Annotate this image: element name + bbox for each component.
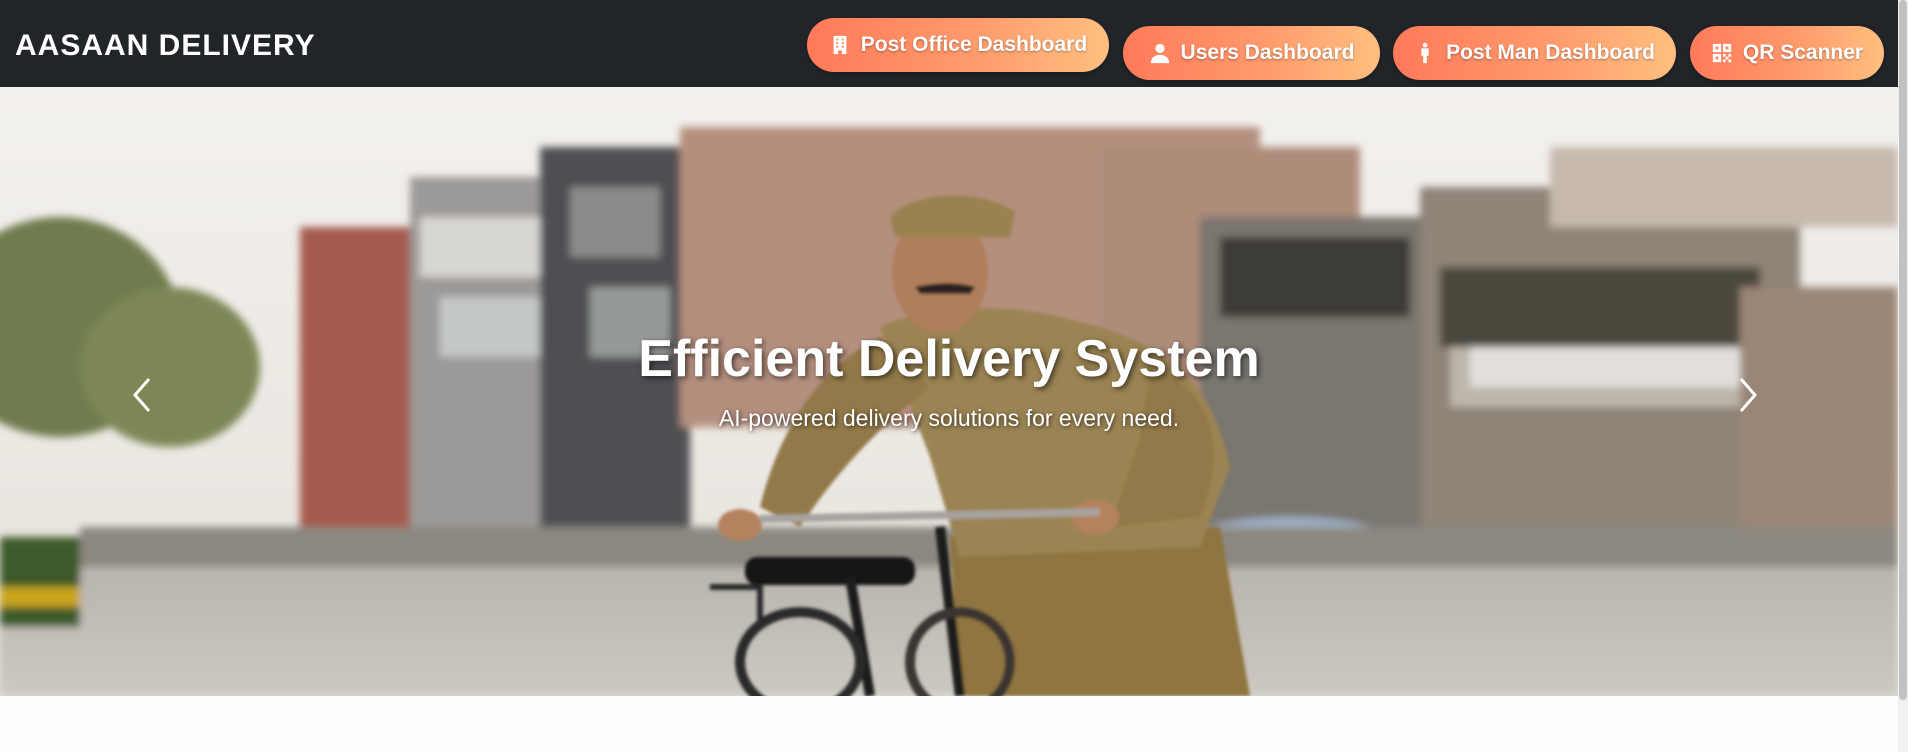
qr-code-icon — [1712, 43, 1732, 63]
post-man-dashboard-label: Post Man Dashboard — [1446, 41, 1655, 64]
user-icon — [1150, 43, 1169, 64]
users-dashboard-label: Users Dashboard — [1180, 41, 1355, 64]
carousel-subtitle: AI-powered delivery solutions for every … — [718, 405, 1180, 431]
person-standing-icon — [1421, 42, 1429, 64]
post-office-dashboard-label: Post Office Dashboard — [860, 33, 1088, 56]
brand-logo-text[interactable]: AASAAN DELIVERY — [15, 29, 316, 63]
postman-with-bicycle-photo — [0, 87, 1898, 696]
navbar: AASAAN DELIVERY Post Office Dashboard Us… — [0, 0, 1898, 87]
hero-carousel: Efficient Delivery System AI-powered del… — [0, 87, 1898, 696]
qr-scanner-button[interactable]: QR Scanner — [1690, 26, 1884, 80]
page-content-area — [0, 696, 1898, 752]
users-dashboard-button[interactable]: Users Dashboard — [1123, 26, 1380, 80]
post-office-dashboard-button[interactable]: Post Office Dashboard — [807, 18, 1109, 72]
post-man-dashboard-button[interactable]: Post Man Dashboard — [1393, 26, 1676, 80]
building-icon — [833, 35, 847, 55]
carousel-title: Efficient Delivery System — [638, 330, 1260, 388]
scrollbar-thumb[interactable] — [1899, 0, 1907, 700]
qr-scanner-label: QR Scanner — [1742, 41, 1864, 64]
